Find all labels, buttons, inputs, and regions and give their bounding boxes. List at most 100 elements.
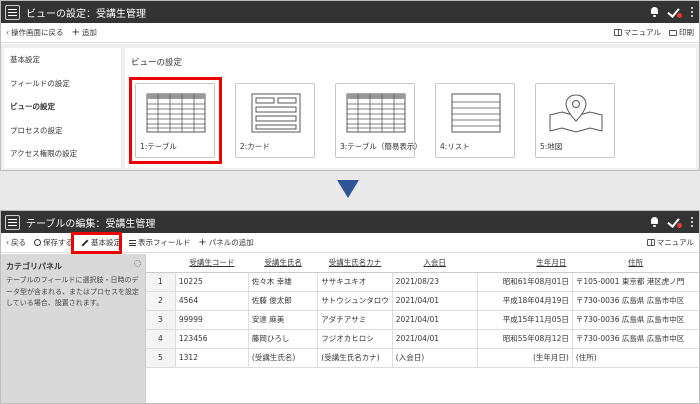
gear-icon[interactable]: [134, 260, 141, 267]
table-edit-panel: テーブルの編集：受講生管理 ‹ 戻る 保存する 基本設定 表示フィールド + パネル…: [0, 210, 700, 404]
table-row[interactable]: 1 10225 佐々木 幸雄 ササキユキオ 2021/08/23 昭和61年08…: [146, 272, 699, 292]
cell-kana: (受講生氏名カナ): [317, 348, 393, 368]
row-number: 1: [146, 272, 176, 292]
view-card-map[interactable]: 5:地図: [535, 83, 615, 158]
cell-address: 〒105-0001 東京都 港区虎ノ門: [571, 272, 699, 292]
cell-kana: ササキユキオ: [317, 272, 393, 292]
row-number: 2: [146, 291, 176, 311]
cell-code: 4564: [174, 291, 249, 311]
back-to-operation-link[interactable]: ‹ 操作画面に戻る: [6, 27, 64, 38]
category-panel-description: テーブルのフィールドに選択肢・日時のデータ型が含まれる、またはプロセスを設定して…: [6, 276, 139, 307]
back-button[interactable]: ‹ 戻る: [6, 237, 26, 248]
cell-address: 〒730-0036 広島県 広島市中区: [571, 310, 699, 330]
category-panel: カテゴリパネル テーブルのフィールドに選択肢・日時のデータ型が含まれる、またはプ…: [1, 254, 146, 403]
table-row[interactable]: 5 1312 (受講生氏名) (受講生氏名カナ) (入会日) (生年月日) (住…: [146, 348, 699, 368]
nav-item-fields[interactable]: フィールドの設定: [4, 72, 121, 96]
settings-nav: 基本設定 フィールドの設定 ビューの設定 プロセスの設定 アクセス権限の設定: [4, 48, 121, 168]
column-header[interactable]: 生年月日: [477, 254, 573, 273]
cell-name: 藤岡ひろし: [247, 329, 318, 349]
cell-name: 佐藤 俊太郎: [247, 291, 318, 311]
basic-settings-highlight: [71, 232, 122, 254]
data-table-container: 受講生コード 受講生氏名 受講生氏名カナ 入会日 生年月日 住所 1 10225…: [146, 254, 699, 403]
view-card-simple-table[interactable]: 3:テーブル（簡易表示）: [335, 83, 422, 158]
cell-kana: フジオカヒロシ: [317, 329, 393, 349]
add-panel-button[interactable]: + パネルの追加: [198, 237, 253, 248]
printer-icon: [669, 29, 677, 36]
table-row[interactable]: 4 123456 藤岡ひろし フジオカヒロシ 2021/04/01 昭和55年0…: [146, 329, 699, 349]
column-header[interactable]: 入会日: [392, 254, 478, 273]
bottom-header-bar: テーブルの編集：受講生管理: [1, 211, 699, 233]
column-header[interactable]: 住所: [572, 254, 699, 273]
view-card-card[interactable]: 2:カード: [235, 83, 315, 158]
cell-name: 安達 麻美: [247, 310, 318, 330]
column-header[interactable]: 受講生コード: [175, 254, 249, 273]
display-field-button[interactable]: 表示フィールド: [129, 237, 190, 248]
cell-name: 佐々木 幸雄: [247, 272, 318, 292]
table-row[interactable]: 3 99999 安達 麻美 アダチアサミ 2021/04/01 平成15年11月…: [146, 310, 699, 330]
cell-address: 〒730-0036 広島県 広島市中区: [571, 329, 699, 349]
simple-table-view-icon: [346, 93, 406, 133]
more-menu-icon[interactable]: [691, 7, 693, 17]
nav-item-access[interactable]: アクセス権限の設定: [4, 142, 121, 166]
task-check-icon[interactable]: [668, 216, 682, 228]
cell-address: 〒730-0036 広島県 広島市中区: [571, 291, 699, 311]
manual-link[interactable]: マニュアル: [646, 237, 694, 248]
view-card-label: 5:地図: [540, 142, 563, 151]
view-settings-content: ビューの設定 1:テーブル 2:カード 3:テーブル（簡易表示） 4:リスト 5…: [125, 48, 696, 168]
cell-kana: サトウシュンタロウ: [317, 291, 393, 311]
cell-birthdate: (生年月日): [476, 348, 573, 368]
section-heading: ビューの設定: [131, 58, 183, 68]
more-menu-icon[interactable]: [691, 217, 693, 227]
column-header[interactable]: 受講生氏名: [248, 254, 318, 273]
menu-icon[interactable]: [5, 214, 20, 230]
page-title: テーブルの編集：受講生管理: [26, 218, 156, 230]
manual-link[interactable]: マニュアル: [613, 27, 661, 38]
cell-birthdate: 平成15年11月05日: [476, 310, 573, 330]
transition-area: [0, 170, 700, 210]
cell-kana: アダチアサミ: [317, 310, 393, 330]
row-number-header: [146, 254, 176, 273]
menu-icon[interactable]: [5, 4, 20, 20]
plus-icon: +: [198, 236, 207, 248]
settings-area: 基本設定 フィールドの設定 ビューの設定 プロセスの設定 アクセス権限の設定 ビ…: [1, 44, 699, 170]
cell-join-date: 2021/04/01: [391, 329, 478, 349]
nav-item-basic[interactable]: 基本設定: [4, 48, 121, 72]
list-view-icon: [451, 93, 501, 133]
circle-icon: [34, 239, 41, 246]
chevron-left-icon: ‹: [6, 28, 9, 37]
top-header-bar: ビューの設定：受講生管理: [1, 1, 699, 23]
nav-item-process[interactable]: プロセスの設定: [4, 119, 121, 143]
add-button[interactable]: + 追加: [72, 27, 97, 38]
table-edit-area: カテゴリパネル テーブルのフィールドに選択肢・日時のデータ型が含まれる、またはプ…: [1, 254, 699, 403]
cell-join-date: 2021/04/01: [391, 291, 478, 311]
notification-bell-icon[interactable]: [650, 7, 659, 17]
view-card-label: 4:リスト: [440, 142, 470, 151]
list-icon: [129, 239, 136, 246]
cell-join-date: (入会日): [391, 348, 478, 368]
chevron-left-icon: ‹: [6, 238, 9, 247]
cell-join-date: 2021/08/23: [391, 272, 478, 292]
nav-item-views[interactable]: ビューの設定: [4, 95, 121, 119]
cell-address: (住所): [571, 348, 699, 368]
view-card-list[interactable]: 4:リスト: [435, 83, 515, 158]
cell-code: 1312: [174, 348, 249, 368]
view-settings-panel: ビューの設定：受講生管理 ‹ 操作画面に戻る + 追加 マニュアル 印刷 基本設定 …: [0, 0, 700, 171]
cell-birthdate: 昭和55年08月12日: [476, 329, 573, 349]
plus-icon: +: [71, 26, 80, 38]
down-arrow-icon: [337, 180, 359, 198]
cell-code: 10225: [174, 272, 249, 292]
cell-birthdate: 昭和61年08月01日: [476, 272, 573, 292]
table-row[interactable]: 2 4564 佐藤 俊太郎 サトウシュンタロウ 2021/04/01 平成18年…: [146, 291, 699, 311]
task-check-icon[interactable]: [668, 6, 682, 18]
save-button[interactable]: 保存する: [34, 237, 73, 248]
row-number: 5: [146, 348, 176, 368]
print-button[interactable]: 印刷: [669, 27, 694, 38]
table-header-row: 受講生コード 受講生氏名 受講生氏名カナ 入会日 生年月日 住所: [146, 254, 699, 273]
cell-name: (受講生氏名): [247, 348, 318, 368]
map-view-icon: [549, 94, 603, 133]
top-toolbar: ‹ 操作画面に戻る + 追加 マニュアル 印刷: [1, 23, 699, 43]
row-number: 3: [146, 310, 176, 330]
view-card-label: 2:カード: [240, 142, 270, 151]
notification-bell-icon[interactable]: [650, 217, 659, 227]
column-header[interactable]: 受講生氏名カナ: [317, 254, 393, 273]
